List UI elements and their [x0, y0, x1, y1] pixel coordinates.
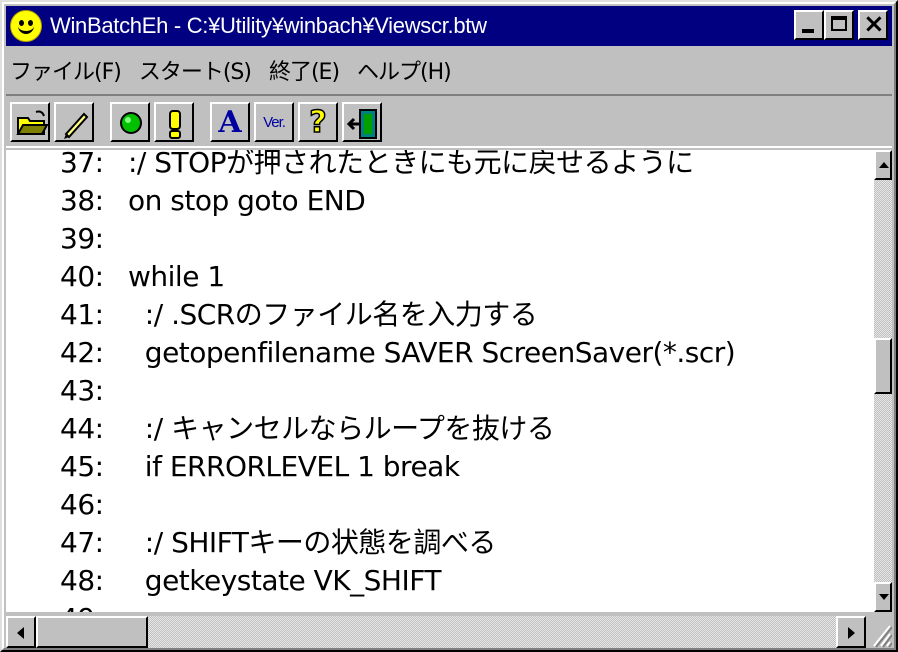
code-line[interactable]: 39:	[6, 220, 874, 258]
pencil-icon	[64, 112, 89, 139]
code-line[interactable]: 41: :/ .SCRのファイル名を入力する	[6, 296, 874, 334]
line-text: :/ キャンセルならループを抜ける	[128, 412, 555, 445]
arrow-right-icon	[848, 627, 855, 639]
line-number: 40:	[60, 260, 104, 293]
line-text: getkeystate VK_SHIFT	[128, 564, 442, 597]
line-number: 47:	[60, 526, 104, 559]
smiley-app-icon[interactable]	[10, 10, 42, 42]
maximize-icon	[831, 16, 847, 31]
exit-button[interactable]	[342, 102, 382, 142]
minimize-button[interactable]	[794, 10, 824, 40]
code-line[interactable]: 48: getkeystate VK_SHIFT	[6, 562, 874, 600]
window-title: WinBatchEh - C:¥Utility¥winbach¥Viewscr.…	[50, 13, 487, 38]
version-icon: Ver.	[263, 113, 286, 131]
scroll-left-button[interactable]	[6, 616, 36, 648]
open-button[interactable]	[10, 102, 50, 142]
code-editor[interactable]: 37: :/ STOPが押されたときにも元に戻せるように 38: on stop go…	[6, 150, 874, 612]
line-number: 44:	[60, 412, 104, 445]
close-button[interactable]: ×	[858, 10, 888, 40]
line-number: 38:	[60, 184, 104, 217]
arrow-down-icon	[879, 594, 889, 600]
minimize-icon	[802, 29, 814, 33]
line-number: 41:	[60, 298, 104, 331]
help-button[interactable]: ?	[298, 102, 338, 142]
line-number: 45:	[60, 450, 104, 483]
menu-bar: ファイル(F) スタート(S) 終了(E) ヘルプ(H)	[6, 50, 465, 90]
arrow-left-icon	[17, 627, 24, 639]
resize-grip[interactable]	[866, 616, 893, 648]
line-number: 39:	[60, 222, 104, 255]
line-text: getopenfilename SAVER ScreenSaver(*.scr)	[128, 336, 736, 369]
menu-start[interactable]: スタート(S)	[135, 54, 265, 86]
code-line[interactable]: 37: :/ STOPが押されたときにも元に戻せるように	[6, 150, 874, 182]
menu-exit[interactable]: 終了(E)	[265, 54, 353, 86]
line-text: if ERRORLEVEL 1 break	[128, 450, 460, 483]
code-line[interactable]: 40: while 1	[6, 258, 874, 296]
toolbar: A Ver. ?	[6, 94, 892, 148]
code-line[interactable]: 43:	[6, 372, 874, 410]
scroll-down-button[interactable]	[874, 582, 892, 612]
exit-door-icon	[346, 109, 377, 139]
line-number: 49:	[60, 600, 104, 612]
code-line[interactable]: 47: :/ SHIFTキーの状態を調べる	[6, 524, 874, 562]
vertical-scroll-thumb[interactable]	[874, 338, 892, 394]
line-text: :/ SHIFTキーの状態を調べる	[128, 526, 497, 559]
horizontal-scroll-thumb[interactable]	[36, 616, 148, 648]
line-number: 43:	[60, 374, 104, 407]
resize-grip-icon	[873, 625, 893, 648]
line-text: :/ .SCRのファイル名を入力する	[128, 298, 538, 331]
line-number: 48:	[60, 564, 104, 597]
line-text: while 1	[128, 260, 225, 293]
green-circle-icon	[120, 112, 142, 134]
menu-file[interactable]: ファイル(F)	[6, 54, 135, 86]
line-number: 46:	[60, 488, 104, 521]
open-folder-icon	[16, 110, 49, 135]
font-button[interactable]: A	[210, 102, 250, 142]
code-line[interactable]: 38: on stop goto END	[6, 182, 874, 220]
code-line[interactable]: 46:	[6, 486, 874, 524]
line-text: on stop goto END	[128, 184, 366, 217]
scroll-up-button[interactable]	[874, 150, 892, 180]
code-line[interactable]: 45: if ERRORLEVEL 1 break	[6, 448, 874, 486]
code-line[interactable]: 44: :/ キャンセルならループを抜ける	[6, 410, 874, 448]
maximize-button[interactable]	[824, 10, 854, 40]
scroll-right-button[interactable]	[836, 616, 866, 648]
line-text: :/ STOPが押されたときにも元に戻せるように	[128, 150, 694, 179]
close-icon: ×	[863, 9, 885, 39]
code-line[interactable]: 42: getopenfilename SAVER ScreenSaver(*.…	[6, 334, 874, 372]
help-question-icon: ?	[309, 104, 328, 141]
title-bar[interactable]: WinBatchEh - C:¥Utility¥winbach¥Viewscr.…	[6, 6, 892, 46]
stop-button[interactable]	[154, 102, 194, 142]
arrow-up-icon	[879, 162, 889, 168]
app-window: WinBatchEh - C:¥Utility¥winbach¥Viewscr.…	[0, 0, 898, 652]
line-number: 37:	[60, 150, 104, 179]
run-button[interactable]	[110, 102, 150, 142]
code-line[interactable]: 49:	[6, 600, 874, 612]
edit-button[interactable]	[54, 102, 94, 142]
menu-help[interactable]: ヘルプ(H)	[353, 54, 465, 86]
version-button[interactable]: Ver.	[254, 102, 294, 142]
line-number: 42:	[60, 336, 104, 369]
horizontal-scrollbar[interactable]	[6, 616, 866, 648]
exclamation-icon	[169, 110, 181, 139]
font-a-icon: A	[218, 104, 242, 140]
vertical-scrollbar[interactable]	[874, 150, 892, 612]
